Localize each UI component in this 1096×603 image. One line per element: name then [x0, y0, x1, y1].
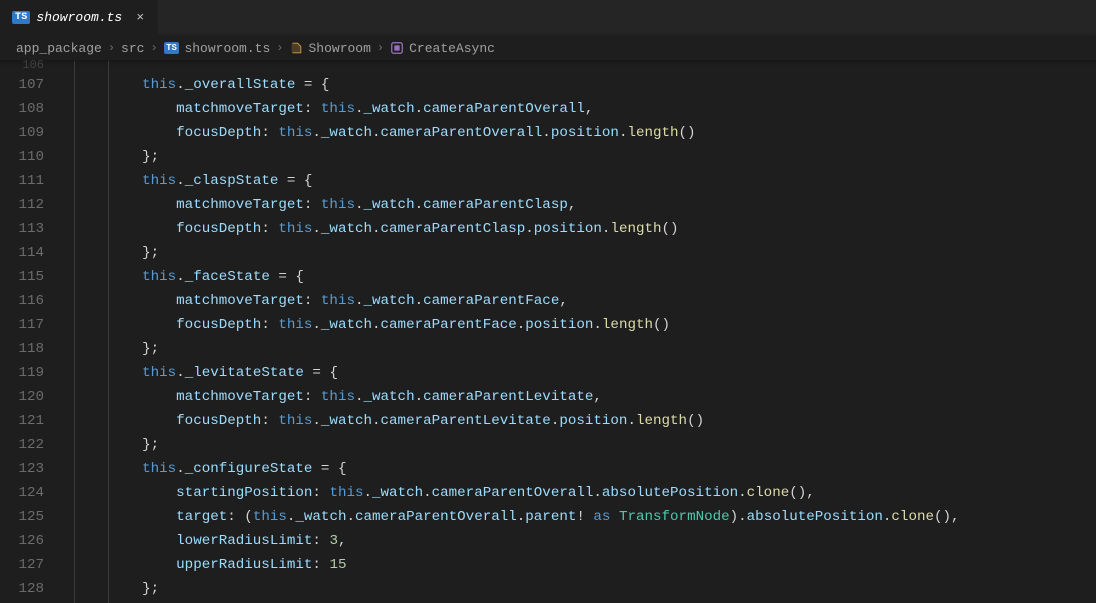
code-content[interactable]: this._overallState = { matchmoveTarget: …: [62, 61, 960, 603]
indent-guide: [108, 61, 109, 603]
line-number: 117: [0, 313, 44, 337]
chevron-right-icon: ›: [108, 41, 115, 55]
line-number: 109: [0, 121, 44, 145]
line-number: 119: [0, 361, 44, 385]
code-line[interactable]: };: [74, 433, 960, 457]
breadcrumb[interactable]: app_package › src › TS showroom.ts › Showroom › C…: [0, 35, 1096, 61]
line-number: 108: [0, 97, 44, 121]
breadcrumb-label: src: [121, 41, 144, 56]
editor-tab-active[interactable]: TS showroom.ts ×: [0, 0, 159, 35]
code-line[interactable]: this._faceState = {: [74, 265, 960, 289]
code-line[interactable]: [74, 61, 960, 73]
breadcrumb-label: CreateAsync: [409, 41, 495, 56]
close-icon[interactable]: ×: [132, 10, 148, 25]
breadcrumb-item[interactable]: TS showroom.ts: [164, 41, 271, 56]
breadcrumb-item[interactable]: CreateAsync: [390, 41, 495, 56]
breadcrumb-item[interactable]: app_package: [16, 41, 102, 56]
code-line[interactable]: this._configureState = {: [74, 457, 960, 481]
code-line[interactable]: lowerRadiusLimit: 3,: [74, 529, 960, 553]
line-number: 123: [0, 457, 44, 481]
code-line[interactable]: focusDepth: this._watch.cameraParentFace…: [74, 313, 960, 337]
code-line[interactable]: matchmoveTarget: this._watch.cameraParen…: [74, 289, 960, 313]
chevron-right-icon: ›: [377, 41, 384, 55]
line-number: 115: [0, 265, 44, 289]
code-line[interactable]: this._overallState = {: [74, 73, 960, 97]
line-number: 111: [0, 169, 44, 193]
code-line[interactable]: };: [74, 241, 960, 265]
line-number: 112: [0, 193, 44, 217]
line-number-gutter: 1061071081091101111121131141151161171181…: [0, 61, 62, 603]
breadcrumb-item[interactable]: src: [121, 41, 144, 56]
breadcrumb-label: showroom.ts: [184, 41, 270, 56]
code-line[interactable]: this._levitateState = {: [74, 361, 960, 385]
line-number: 126: [0, 529, 44, 553]
code-line[interactable]: };: [74, 145, 960, 169]
method-icon: [390, 41, 404, 55]
line-number: 114: [0, 241, 44, 265]
code-line[interactable]: target: (this._watch.cameraParentOverall…: [74, 505, 960, 529]
code-line[interactable]: matchmoveTarget: this._watch.cameraParen…: [74, 97, 960, 121]
line-number: 122: [0, 433, 44, 457]
code-line[interactable]: startingPosition: this._watch.cameraPare…: [74, 481, 960, 505]
line-number: 120: [0, 385, 44, 409]
code-line[interactable]: focusDepth: this._watch.cameraParentOver…: [74, 121, 960, 145]
code-line[interactable]: this._claspState = {: [74, 169, 960, 193]
code-line[interactable]: };: [74, 577, 960, 601]
breadcrumb-label: Showroom: [308, 41, 370, 56]
class-icon: [289, 41, 303, 55]
ts-file-icon: TS: [164, 42, 180, 54]
line-number: 113: [0, 217, 44, 241]
breadcrumb-label: app_package: [16, 41, 102, 56]
code-line[interactable]: focusDepth: this._watch.cameraParentClas…: [74, 217, 960, 241]
editor-tab-bar: TS showroom.ts ×: [0, 0, 1096, 35]
code-line[interactable]: upperRadiusLimit: 15: [74, 553, 960, 577]
chevron-right-icon: ›: [276, 41, 283, 55]
code-line[interactable]: matchmoveTarget: this._watch.cameraParen…: [74, 385, 960, 409]
breadcrumb-item[interactable]: Showroom: [289, 41, 370, 56]
line-number: 110: [0, 145, 44, 169]
line-number: 124: [0, 481, 44, 505]
line-number: 116: [0, 289, 44, 313]
line-number: 128: [0, 577, 44, 601]
tab-filename: showroom.ts: [36, 10, 122, 25]
line-number: 106: [0, 61, 44, 73]
code-editor[interactable]: 1061071081091101111121131141151161171181…: [0, 61, 1096, 603]
line-number: 125: [0, 505, 44, 529]
code-line[interactable]: focusDepth: this._watch.cameraParentLevi…: [74, 409, 960, 433]
code-line[interactable]: matchmoveTarget: this._watch.cameraParen…: [74, 193, 960, 217]
line-number: 107: [0, 73, 44, 97]
line-number: 121: [0, 409, 44, 433]
chevron-right-icon: ›: [150, 41, 157, 55]
ts-file-icon: TS: [12, 11, 30, 24]
code-line[interactable]: };: [74, 337, 960, 361]
line-number: 127: [0, 553, 44, 577]
indent-guide: [74, 61, 75, 603]
line-number: 118: [0, 337, 44, 361]
